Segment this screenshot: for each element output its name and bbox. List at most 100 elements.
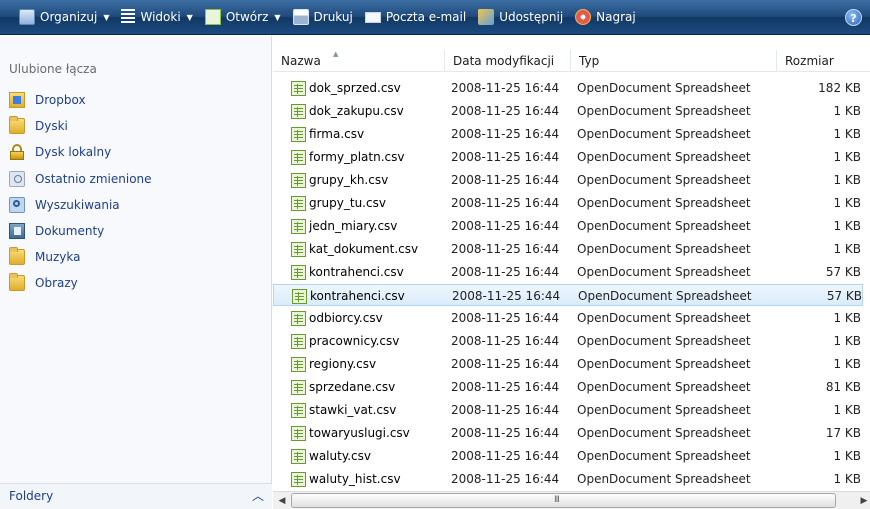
file-date: 2008-11-25 16:44 — [451, 196, 560, 210]
sidebar-item-dokumenty[interactable]: Dokumenty — [9, 221, 104, 241]
file-name: odbiorcy.csv — [309, 311, 383, 325]
lock-icon — [9, 144, 25, 160]
file-row[interactable]: kat_dokument.csv 2008-11-25 16:44 OpenDocu… — [273, 238, 863, 260]
file-row[interactable]: dok_sprzed.csv 2008-11-25 16:44 OpenDocume… — [273, 77, 863, 99]
file-name: sprzedane.csv — [309, 380, 396, 394]
file-name-cell: stawki_vat.csv — [291, 399, 441, 421]
burn-button[interactable]: Nagraj — [570, 4, 641, 30]
file-date: 2008-11-25 16:44 — [451, 472, 560, 486]
horizontal-scrollbar[interactable]: ◀ III ▶ — [273, 491, 870, 509]
file-date: 2008-11-25 16:44 — [452, 289, 561, 303]
file-name-cell: waluty.csv — [291, 445, 441, 467]
file-name: jedn_miary.csv — [309, 219, 398, 233]
file-type: OpenDocument Spreadsheet — [577, 150, 751, 164]
file-type: OpenDocument Spreadsheet — [578, 289, 752, 303]
file-row[interactable]: jedn_miary.csv 2008-11-25 16:44 OpenDocume… — [273, 215, 863, 237]
folders-toggle[interactable]: Foldery ︿ — [0, 483, 272, 509]
column-header-type[interactable]: Typ — [571, 50, 777, 72]
file-row[interactable]: waluty.csv 2008-11-25 16:44 OpenDocument S… — [273, 445, 863, 467]
file-name-cell: grupy_kh.csv — [291, 169, 441, 191]
file-size: 57 KB — [825, 265, 861, 279]
share-label: Udostępnij — [499, 10, 564, 24]
file-name: stawki_vat.csv — [309, 403, 397, 417]
file-name: formy_platn.csv — [309, 150, 405, 164]
chevron-down-icon: ▼ — [186, 12, 193, 22]
file-date: 2008-11-25 16:44 — [451, 334, 560, 348]
file-name-cell: jedn_miary.csv — [291, 215, 441, 237]
burn-label: Nagraj — [596, 10, 636, 24]
search-folder-icon — [9, 197, 25, 213]
file-size: 81 KB — [825, 380, 861, 394]
file-date: 2008-11-25 16:44 — [451, 426, 560, 440]
organize-label: Organizuj — [40, 10, 98, 24]
file-row[interactable]: regiony.csv 2008-11-25 16:44 OpenDocument … — [273, 353, 863, 375]
views-button[interactable]: Widoki ▼ — [116, 4, 197, 30]
spreadsheet-file-icon — [291, 149, 306, 165]
file-row[interactable]: dok_zakupu.csv 2008-11-25 16:44 OpenDocume… — [273, 100, 863, 122]
help-icon[interactable]: ? — [845, 9, 862, 26]
file-type: OpenDocument Spreadsheet — [577, 265, 751, 279]
spreadsheet-open-icon — [204, 9, 221, 25]
file-row[interactable]: pracownicy.csv 2008-11-25 16:44 OpenDocume… — [273, 330, 863, 352]
file-date: 2008-11-25 16:44 — [451, 127, 560, 141]
sidebar-item-label: Dysk lokalny — [35, 145, 112, 159]
share-button[interactable]: Udostępnij — [473, 4, 568, 30]
column-header-name[interactable]: ▲ Nazwa — [273, 50, 445, 72]
file-row[interactable]: stawki_vat.csv 2008-11-25 16:44 OpenDocume… — [273, 399, 863, 421]
organize-button[interactable]: Organizuj ▼ — [14, 4, 114, 30]
spreadsheet-file-icon — [291, 218, 306, 234]
file-name-cell: pracownicy.csv — [291, 330, 441, 352]
column-header-date[interactable]: Data modyfikacji — [445, 50, 571, 72]
sidebar-item-label: Dropbox — [35, 93, 86, 107]
folders-label: Foldery — [9, 489, 54, 503]
file-type: OpenDocument Spreadsheet — [577, 472, 751, 486]
open-button[interactable]: Otwórz ▼ — [200, 4, 286, 30]
file-row[interactable]: towaryuslugi.csv 2008-11-25 16:44 OpenDocu… — [273, 422, 863, 444]
scroll-left-icon[interactable]: ◀ — [275, 494, 289, 508]
file-date: 2008-11-25 16:44 — [451, 449, 560, 463]
sidebar-item-ostatnio-zmienione[interactable]: Ostatnio zmienione — [9, 169, 152, 189]
organize-icon — [19, 9, 35, 25]
file-row[interactable]: odbiorcy.csv 2008-11-25 16:44 OpenDocument… — [273, 307, 863, 329]
file-name: kontrahenci.csv — [309, 265, 404, 279]
file-row[interactable]: kontrahenci.csv 2008-11-25 16:44 OpenDocum… — [273, 261, 863, 283]
scrollbar-thumb[interactable]: III — [291, 493, 836, 508]
file-type: OpenDocument Spreadsheet — [577, 219, 751, 233]
file-row[interactable]: kontrahenci.csv 2008-11-25 16:44 OpenDocum… — [273, 284, 863, 306]
sidebar-item-label: Dyski — [35, 119, 68, 133]
file-date: 2008-11-25 16:44 — [451, 150, 560, 164]
spreadsheet-file-icon — [291, 356, 306, 372]
favorite-links-heading: Ulubione łącza — [9, 62, 97, 76]
file-date: 2008-11-25 16:44 — [451, 104, 560, 118]
sidebar-item-wyszukiwania[interactable]: Wyszukiwania — [9, 195, 120, 215]
file-row[interactable]: firma.csv 2008-11-25 16:44 OpenDocument Sp… — [273, 123, 863, 145]
folder-icon — [9, 247, 25, 265]
column-header-size[interactable]: Rozmiar — [777, 50, 870, 72]
burn-disc-icon — [575, 9, 592, 25]
file-row[interactable]: grupy_kh.csv 2008-11-25 16:44 OpenDocument… — [273, 169, 863, 191]
email-button[interactable]: Poczta e-mail — [360, 4, 471, 30]
scroll-right-icon[interactable]: ▶ — [858, 494, 870, 508]
spreadsheet-file-icon — [291, 195, 306, 211]
spreadsheet-file-icon — [291, 241, 306, 257]
sidebar-item-muzyka[interactable]: Muzyka — [9, 247, 80, 267]
file-size: 57 KB — [826, 289, 862, 303]
file-name-cell: odbiorcy.csv — [291, 307, 441, 329]
sidebar-item-dropbox[interactable]: Dropbox — [9, 90, 86, 110]
file-row[interactable]: sprzedane.csv 2008-11-25 16:44 OpenDocumen… — [273, 376, 863, 398]
file-row[interactable]: grupy_tu.csv 2008-11-25 16:44 OpenDocument… — [273, 192, 863, 214]
folder-icon — [9, 273, 25, 291]
file-date: 2008-11-25 16:44 — [451, 380, 560, 394]
sidebar-item-dyski[interactable]: Dyski — [9, 116, 68, 136]
file-row[interactable]: formy_platn.csv 2008-11-25 16:44 OpenDocum… — [273, 146, 863, 168]
print-button[interactable]: Drukuj — [288, 4, 358, 30]
file-row[interactable]: waluty_hist.csv 2008-11-25 16:44 OpenDocum… — [273, 468, 863, 490]
file-list: ▲ Nazwa Data modyfikacji Typ Rozmiar dok… — [273, 36, 870, 509]
file-name: dok_zakupu.csv — [309, 104, 404, 118]
file-date: 2008-11-25 16:44 — [451, 219, 560, 233]
sidebar-item-dysk-lokalny[interactable]: Dysk lokalny — [9, 142, 111, 162]
file-name: kat_dokument.csv — [309, 242, 419, 256]
file-size: 1 KB — [833, 150, 861, 164]
file-type: OpenDocument Spreadsheet — [577, 357, 751, 371]
sidebar-item-obrazy[interactable]: Obrazy — [9, 273, 78, 293]
